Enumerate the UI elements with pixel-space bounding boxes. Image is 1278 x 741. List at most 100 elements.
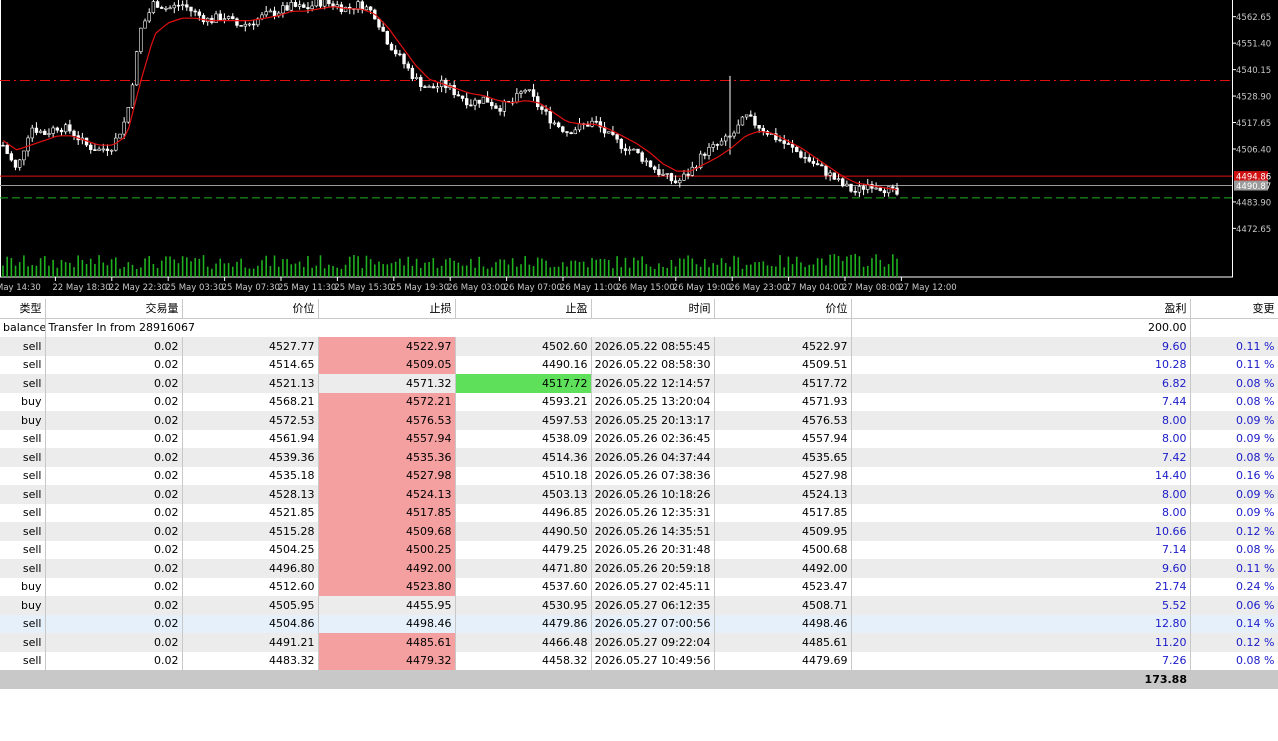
cell-open: 4483.32 <box>182 651 319 670</box>
cell-change: 0.12 % <box>1190 633 1278 652</box>
col-type-header[interactable]: 类型 <box>0 299 46 319</box>
cell-change: 0.08 % <box>1190 374 1278 393</box>
cell-type: sell <box>0 448 46 467</box>
col-sl-header[interactable]: 止损 <box>318 299 456 319</box>
candle-body <box>235 18 239 26</box>
table-row[interactable]: buy 0.02 4572.53 4576.53 4597.53 2026.05.25 2… <box>0 411 1278 430</box>
table-row[interactable]: sell 0.02 4521.85 4517.85 4496.85 2026.05.26 … <box>0 503 1278 522</box>
cell-sl: 4572.21 <box>318 392 456 411</box>
candle-body <box>310 5 314 10</box>
table-row[interactable]: sell 0.02 4483.32 4479.32 4458.32 2026.05.27 … <box>0 651 1278 670</box>
price-axis-label: 4472.65 <box>1236 225 1271 235</box>
table-row[interactable]: sell 0.02 4496.80 4492.00 4471.80 2026.05.26 … <box>0 559 1278 578</box>
table-row[interactable]: sell 0.02 4535.18 4527.98 4510.18 2026.05.26 … <box>0 466 1278 485</box>
cell-close: 4508.71 <box>714 596 852 615</box>
candle-body <box>406 63 410 69</box>
candle-body <box>180 4 185 7</box>
cell-type: sell <box>0 337 46 356</box>
candle-body <box>799 151 803 158</box>
cell-time: 2026.05.25 20:13:17 <box>591 411 715 430</box>
candle-body <box>1 144 5 147</box>
table-row[interactable]: sell 0.02 4491.21 4485.61 4466.48 2026.05.27 … <box>0 633 1278 652</box>
candle-body <box>63 124 68 133</box>
cell-close: 4576.53 <box>714 411 852 430</box>
cell-open: 4504.25 <box>182 540 319 559</box>
candle-body <box>732 132 736 137</box>
table-row[interactable]: buy 0.02 4568.21 4572.21 4593.21 2026.05.25 1… <box>0 392 1278 411</box>
time-axis-label: May 14:30 <box>0 283 41 293</box>
cell-change: 0.08 % <box>1190 651 1278 670</box>
candle-body <box>886 186 891 194</box>
cell-type: sell <box>0 503 46 522</box>
cell-tp: 4490.50 <box>455 522 592 541</box>
col-time-header[interactable]: 时间 <box>591 299 715 319</box>
candle-body <box>126 106 131 123</box>
cell-profit: 7.26 <box>851 651 1191 670</box>
cell-tp: 4538.09 <box>455 429 592 448</box>
cell-tp: 4517.72 <box>455 374 592 393</box>
cell-sl: 4557.94 <box>318 429 456 448</box>
candle-body <box>857 186 862 193</box>
cell-time: 2026.05.27 10:49:56 <box>591 651 715 670</box>
cell-volume: 0.02 <box>45 503 183 522</box>
candle-body <box>469 104 473 107</box>
table-row[interactable]: sell 0.02 4527.77 4522.97 4502.60 2026.05.22 … <box>0 337 1278 356</box>
time-axis-label: 25 May 19:30 <box>391 283 449 293</box>
candle-body <box>143 20 147 29</box>
table-row[interactable]: sell 0.02 4504.25 4500.25 4479.25 2026.05.26 … <box>0 540 1278 559</box>
candle-body <box>72 130 76 136</box>
candle-body <box>93 149 97 151</box>
candle-body <box>703 153 707 156</box>
candle-body <box>686 173 690 176</box>
cell-type: buy <box>0 392 46 411</box>
candle-body <box>719 140 724 146</box>
cell-sl: 4509.68 <box>318 522 456 541</box>
col-change-header[interactable]: 变更 <box>1190 299 1278 319</box>
cell-close: 4527.98 <box>714 466 852 485</box>
table-row[interactable]: sell 0.02 4504.86 4498.46 4479.86 2026.05.27 … <box>0 614 1278 633</box>
cell-open: 4491.21 <box>182 633 319 652</box>
candle-body <box>51 127 55 134</box>
table-row[interactable]: buy 0.02 4505.95 4455.95 4530.95 2026.05.27 0… <box>0 596 1278 615</box>
candle-body <box>18 159 22 168</box>
candle-body <box>477 99 481 104</box>
balance-row[interactable]: balance Transfer In from 28916067 200.00 <box>0 318 1278 337</box>
candle-body <box>368 6 373 11</box>
table-row[interactable]: sell 0.02 4539.36 4535.36 4514.36 2026.05.26 … <box>0 448 1278 467</box>
cell-profit: 8.00 <box>851 429 1191 448</box>
table-row[interactable]: sell 0.02 4514.65 4509.05 4490.16 2026.05.22 … <box>0 355 1278 374</box>
cell-type: buy <box>0 411 46 430</box>
table-row[interactable]: buy 0.02 4512.60 4523.80 4537.60 2026.05.27 0… <box>0 577 1278 596</box>
cell-change: 0.12 % <box>1190 522 1278 541</box>
col-profit-header[interactable]: 盈利 <box>851 299 1191 319</box>
col-tp-header[interactable]: 止盈 <box>455 299 592 319</box>
table-row[interactable]: sell 0.02 4561.94 4557.94 4538.09 2026.05.26 … <box>0 429 1278 448</box>
cell-sl: 4523.80 <box>318 577 456 596</box>
time-axis-label: 25 May 07:30 <box>222 283 280 293</box>
cell-tp: 4466.48 <box>455 633 592 652</box>
candle-body <box>101 148 105 151</box>
col-close-price-header[interactable]: 价位 <box>714 299 852 319</box>
cell-open: 4504.86 <box>182 614 319 633</box>
candle-body <box>122 121 126 135</box>
table-row[interactable]: sell 0.02 4515.28 4509.68 4490.50 2026.05.26 … <box>0 522 1278 541</box>
cell-profit: 11.20 <box>851 633 1191 652</box>
candle-body <box>527 89 532 91</box>
cell-volume: 0.02 <box>45 540 183 559</box>
cell-change: 0.08 % <box>1190 540 1278 559</box>
table-row[interactable]: sell 0.02 4521.13 4571.32 4517.72 2026.05.22 … <box>0 374 1278 393</box>
candle-body <box>523 89 527 93</box>
cell-open: 4527.77 <box>182 337 319 356</box>
price-chart[interactable]: 4562.65 4551.40 4540.15 4528.90 4517.65 4506.… <box>0 0 1278 296</box>
cell-tp: 4458.32 <box>455 651 592 670</box>
time-axis-label: 26 May 19:00 <box>673 283 731 293</box>
col-open-price-header[interactable]: 价位 <box>182 299 319 319</box>
candle-body <box>577 123 582 131</box>
chart-canvas[interactable]: 4562.65 4551.40 4540.15 4528.90 4517.65 4506.… <box>0 0 1278 296</box>
cell-tp: 4490.16 <box>455 355 592 374</box>
table-row[interactable]: sell 0.02 4528.13 4524.13 4503.13 2026.05.26 … <box>0 485 1278 504</box>
candle-body <box>878 187 882 191</box>
col-volume-header[interactable]: 交易量 <box>45 299 183 319</box>
price-axis-label: 4551.40 <box>1236 40 1271 50</box>
cell-tp: 4514.36 <box>455 448 592 467</box>
